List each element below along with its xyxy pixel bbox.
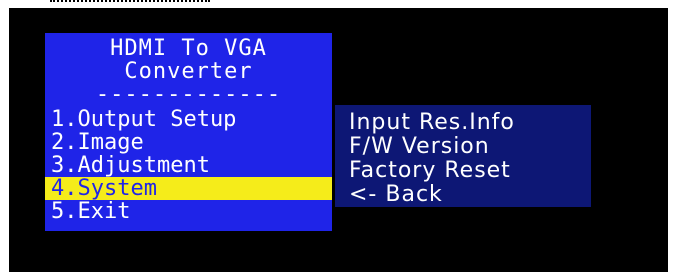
submenu-item-fw-version[interactable]: F/W Version <box>335 135 591 159</box>
system-submenu-panel: Input Res.Info F/W Version Factory Reset… <box>335 105 591 207</box>
menu-item-adjustment[interactable]: 3.Adjustment <box>45 154 332 177</box>
menu-item-image[interactable]: 2.Image <box>45 131 332 154</box>
submenu-item-input-res-info[interactable]: Input Res.Info <box>335 111 591 135</box>
osd-screen: HDMI To VGA Converter ------------- 1.Ou… <box>9 8 668 272</box>
main-menu-panel: HDMI To VGA Converter ------------- 1.Ou… <box>45 33 332 231</box>
menu-item-exit[interactable]: 5.Exit <box>45 200 332 223</box>
menu-title: HDMI To VGA Converter <box>45 33 332 83</box>
submenu-item-factory-reset[interactable]: Factory Reset <box>335 159 591 183</box>
top-edge-artifact <box>50 0 210 6</box>
menu-title-line-1: HDMI To VGA <box>110 36 267 61</box>
menu-title-line-2: Converter <box>124 59 253 84</box>
menu-divider: ------------- <box>95 83 282 106</box>
menu-item-system[interactable]: 4.System <box>45 177 332 200</box>
submenu-item-back[interactable]: <- Back <box>335 183 591 207</box>
menu-item-output-setup[interactable]: 1.Output Setup <box>45 108 332 131</box>
main-menu-list: 1.Output Setup 2.Image 3.Adjustment 4.Sy… <box>45 108 332 223</box>
